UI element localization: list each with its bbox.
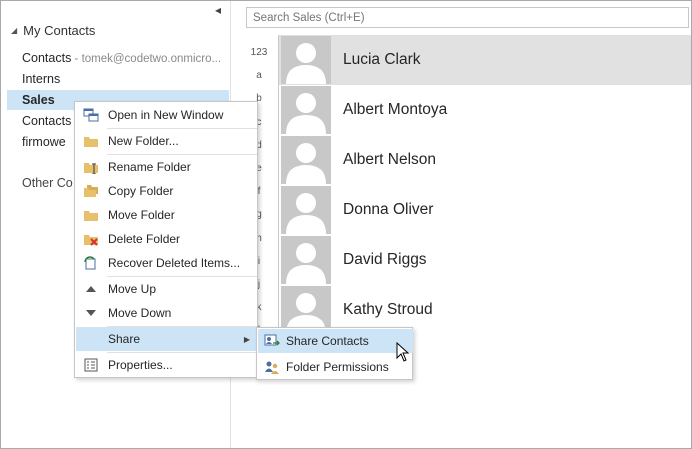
group-header-label: My Contacts — [23, 23, 96, 38]
contact-name: David Riggs — [343, 251, 427, 268]
menu-item-label: Properties... — [108, 358, 173, 372]
menu-item-label: Open in New Window — [108, 108, 224, 122]
folder-label: Contacts — [22, 51, 72, 65]
copy-folder-icon — [76, 179, 106, 203]
delete-folder-icon — [76, 227, 106, 251]
avatar — [281, 36, 331, 84]
folder-item-contacts[interactable]: Contacts - tomek@codetwo.onmicro... — [22, 51, 221, 65]
folder-label: Contacts — [22, 114, 72, 128]
avatar — [281, 186, 331, 234]
recover-icon — [76, 251, 106, 275]
menu-item-move-up[interactable]: Move Up — [76, 277, 258, 301]
index-letter[interactable]: 123 — [246, 41, 272, 64]
contact-card[interactable]: Albert Montoya — [278, 85, 691, 135]
index-letter[interactable]: a — [246, 64, 272, 87]
menu-item-delete-folder[interactable]: Delete Folder — [76, 227, 258, 251]
contact-card-list: Lucia Clark Albert Montoya Albert Nelson… — [278, 35, 691, 335]
menu-item-copy-folder[interactable]: Copy Folder — [76, 179, 258, 203]
contact-name: Kathy Stroud — [343, 301, 433, 318]
menu-item-share[interactable]: Share ▶ — [76, 327, 258, 351]
menu-item-label: Copy Folder — [108, 184, 174, 198]
menu-item-share-contacts[interactable]: Share Contacts — [258, 329, 413, 353]
menu-item-label: New Folder... — [108, 134, 179, 148]
folder-item-interns[interactable]: Interns — [22, 72, 60, 86]
folder-context-menu: Open in New Window New Folder... Rename … — [74, 101, 258, 378]
other-contacts-group-header[interactable]: Other Co — [22, 176, 73, 190]
search-input[interactable] — [246, 7, 689, 28]
menu-item-label: Move Down — [108, 306, 172, 320]
contact-name: Albert Montoya — [343, 101, 448, 118]
contact-card[interactable]: Donna Oliver — [278, 185, 691, 235]
menu-item-new-folder[interactable]: New Folder... — [76, 129, 258, 153]
contacts-view: 123 a b c d e f g h i j k l m Lucia Clar… — [232, 1, 691, 448]
contact-card[interactable]: Lucia Clark — [278, 35, 691, 85]
rename-folder-icon — [76, 155, 106, 179]
contact-name: Albert Nelson — [343, 151, 437, 168]
folder-item-contacts-2[interactable]: Contacts — [22, 114, 71, 128]
menu-item-label: Move Up — [108, 282, 157, 296]
collapse-pane-icon[interactable]: ◂ — [215, 3, 221, 17]
menu-item-recover-deleted[interactable]: Recover Deleted Items... — [76, 251, 258, 275]
down-arrow-icon — [76, 301, 106, 325]
menu-item-move-down[interactable]: Move Down — [76, 301, 258, 325]
folder-account: - tomek@codetwo.onmicro... — [71, 53, 222, 65]
submenu-item-label: Share Contacts — [286, 334, 369, 348]
avatar — [281, 236, 331, 284]
open-window-icon — [76, 103, 106, 127]
up-arrow-icon — [76, 277, 106, 301]
avatar — [281, 86, 331, 134]
share-submenu: Share Contacts Folder Permissions — [256, 327, 413, 380]
menu-item-properties[interactable]: Properties... — [76, 353, 258, 377]
folder-permissions-icon — [258, 355, 286, 379]
contact-name: Lucia Clark — [343, 51, 421, 68]
menu-item-open-new-window[interactable]: Open in New Window — [76, 103, 258, 127]
folder-item-firmowe[interactable]: firmowe — [22, 135, 66, 149]
folder-label: firmowe — [22, 135, 66, 149]
contact-card[interactable]: Albert Nelson — [278, 135, 691, 185]
expand-triangle-icon[interactable]: ◢ — [11, 26, 17, 35]
contact-name: Donna Oliver — [343, 201, 434, 218]
menu-item-rename-folder[interactable]: Rename Folder — [76, 155, 258, 179]
submenu-item-label: Folder Permissions — [286, 360, 389, 374]
menu-item-label: Recover Deleted Items... — [108, 256, 241, 270]
menu-item-label: Rename Folder — [108, 160, 191, 174]
menu-item-folder-permissions[interactable]: Folder Permissions — [258, 355, 413, 379]
share-contacts-icon — [258, 329, 286, 353]
mouse-cursor-icon — [396, 341, 410, 365]
menu-item-label: Move Folder — [108, 208, 175, 222]
folder-icon — [76, 129, 106, 153]
folder-label: Interns — [22, 72, 61, 86]
properties-icon — [76, 353, 106, 377]
move-folder-icon — [76, 203, 106, 227]
my-contacts-group-header[interactable]: ◢ My Contacts — [11, 23, 95, 38]
submenu-arrow-icon: ▶ — [243, 334, 250, 344]
contact-card[interactable]: David Riggs — [278, 235, 691, 285]
menu-item-label: Delete Folder — [108, 232, 181, 246]
menu-item-move-folder[interactable]: Move Folder — [76, 203, 258, 227]
avatar — [281, 136, 331, 184]
folder-label: Sales — [22, 93, 55, 107]
menu-item-label: Share — [108, 332, 141, 346]
